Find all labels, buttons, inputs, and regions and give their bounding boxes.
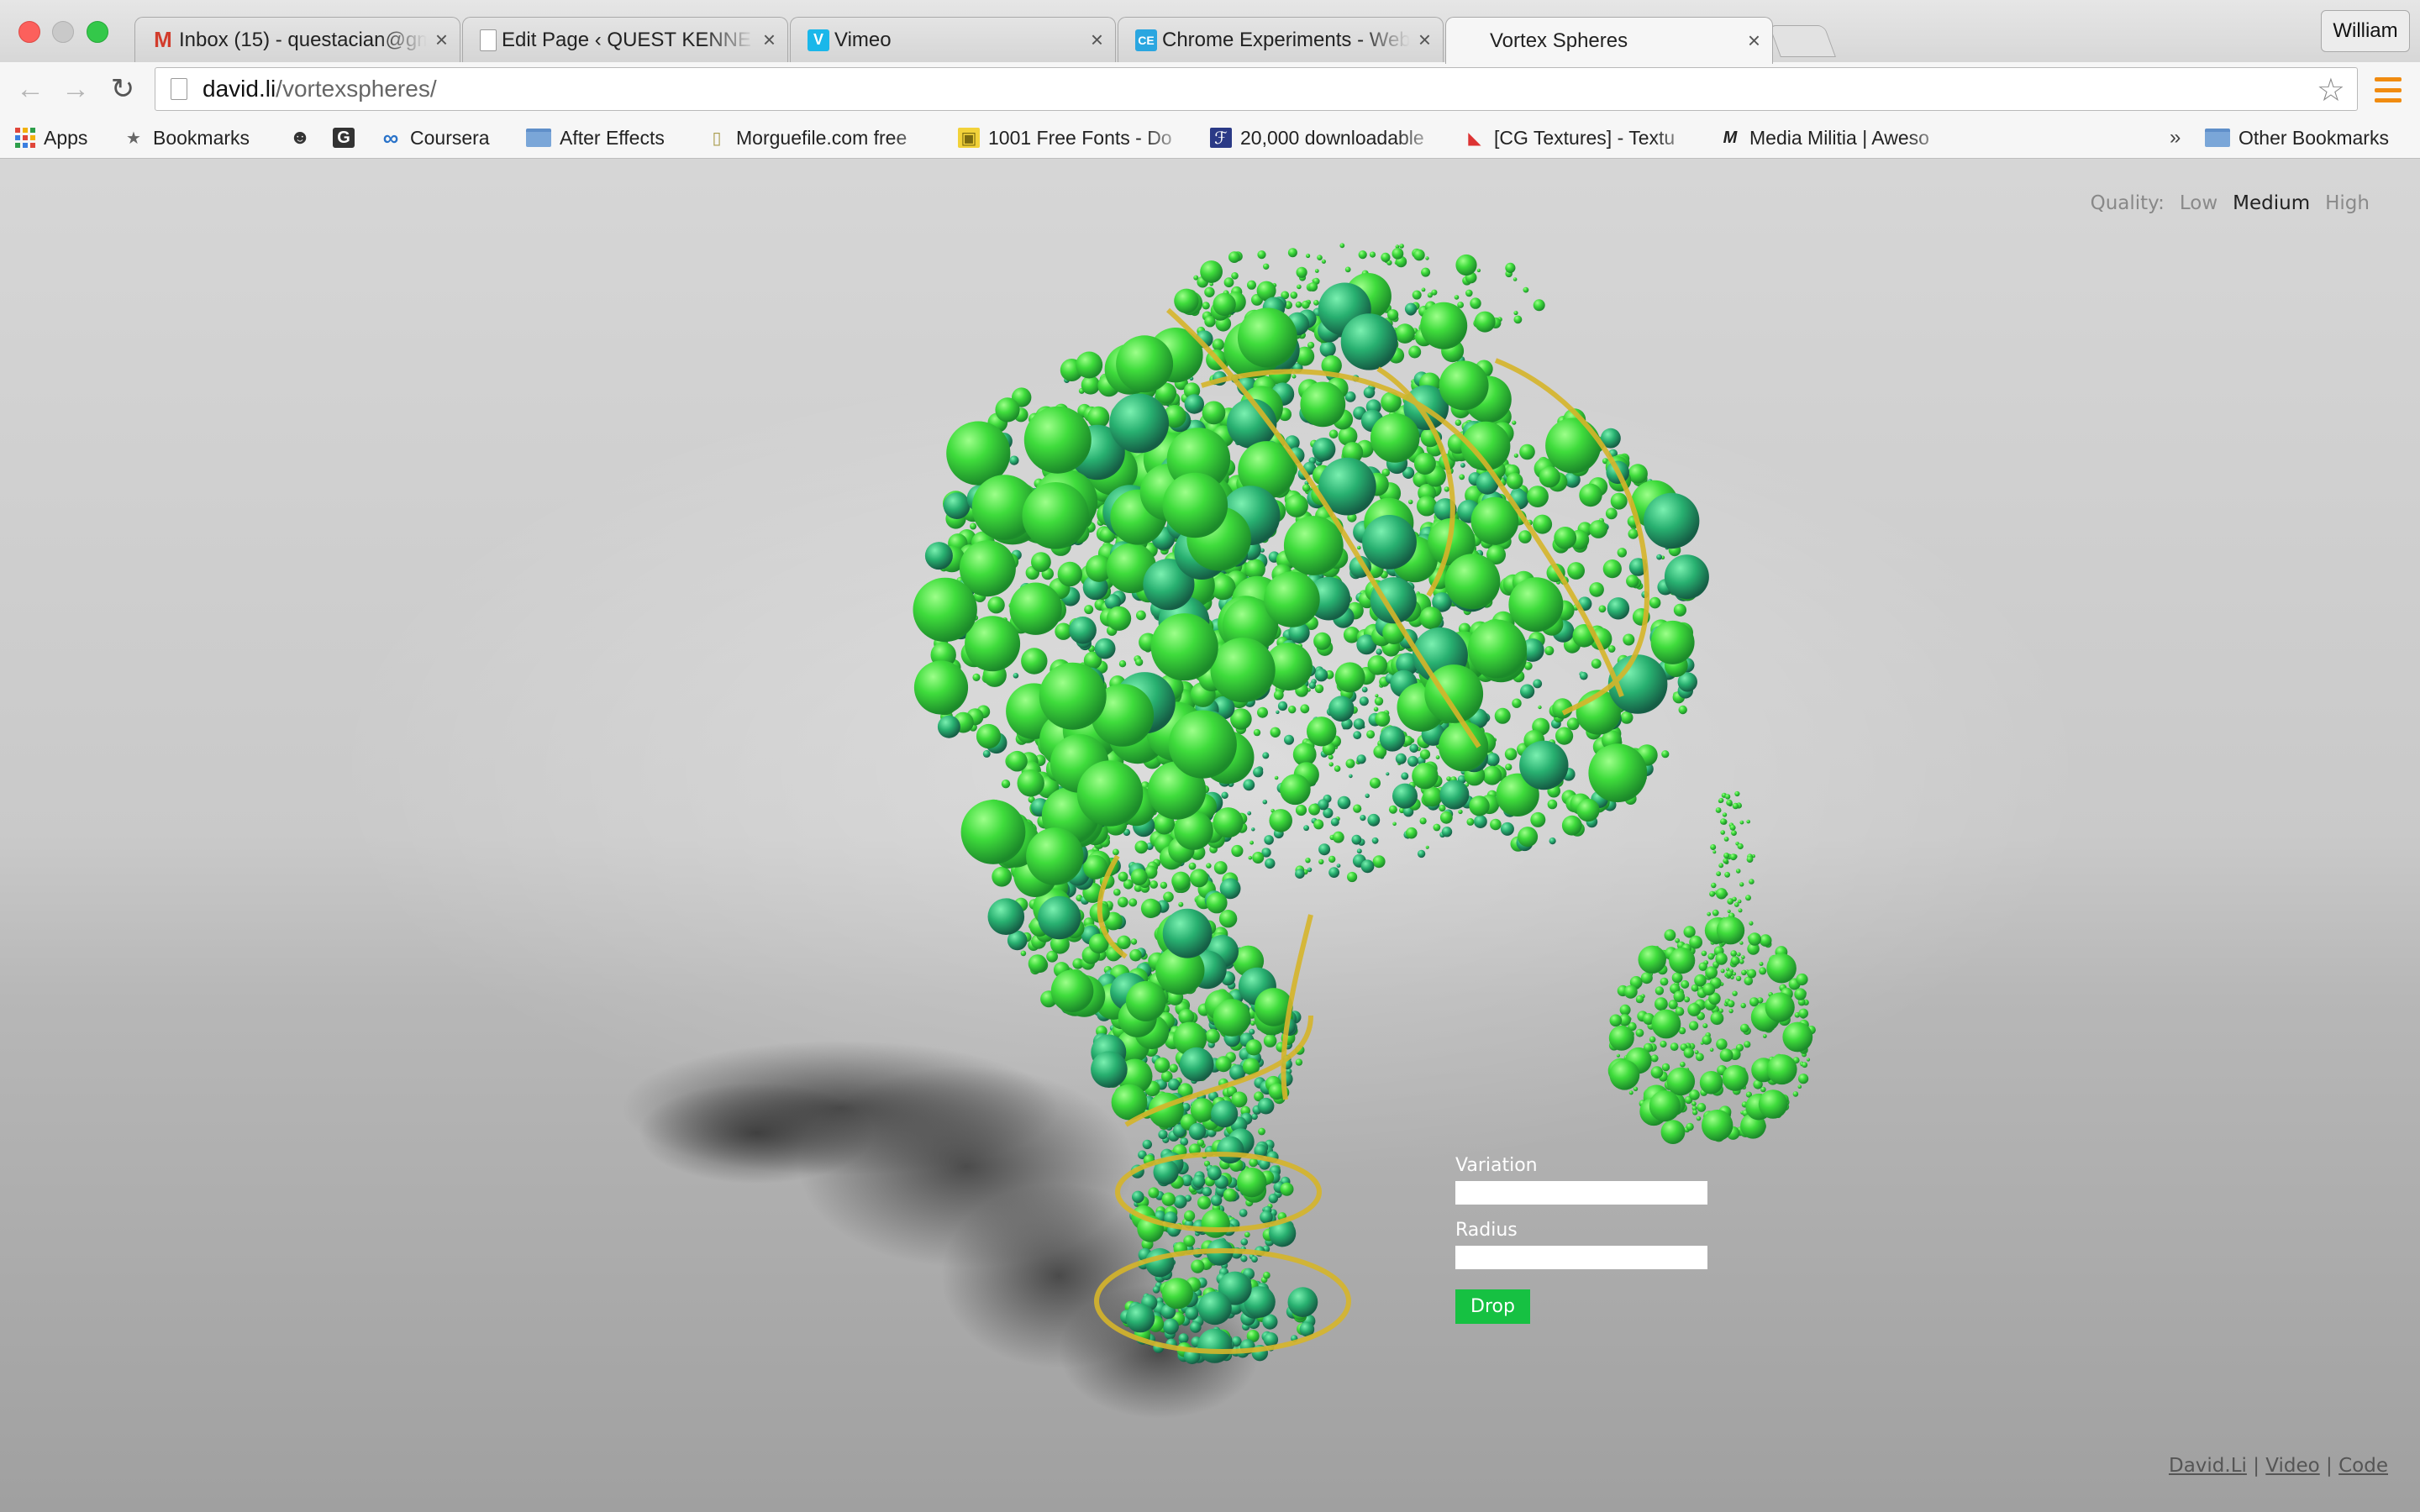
url-host: david.li	[203, 76, 276, 102]
close-icon[interactable]: ×	[1418, 27, 1431, 53]
reload-icon[interactable]: ↻	[104, 71, 141, 108]
bookmark-media-militia[interactable]: M Media Militia | Aweso	[1719, 118, 1953, 158]
tab-gmail[interactable]: M Inbox (15) - questacian@gm ×	[134, 17, 460, 62]
back-arrow-icon[interactable]: ←	[12, 71, 49, 108]
forward-arrow-icon[interactable]: →	[57, 71, 94, 108]
vortex-spheres-canvas[interactable]	[0, 159, 2420, 1512]
separator: |	[2246, 1455, 2266, 1477]
chrome-experiments-icon: CE	[1135, 29, 1157, 51]
window-close-button[interactable]	[18, 21, 40, 43]
bookmark-1001-fonts[interactable]: ▣ 1001 Free Fonts - Do	[958, 118, 1190, 158]
bookmark-label: Bookmarks	[153, 126, 250, 149]
bookmark-20000-fonts[interactable]: ℱ 20,000 downloadable	[1210, 118, 1442, 158]
bookmark-label: 1001 Free Fonts - Do	[988, 126, 1172, 149]
separator: |	[2319, 1455, 2339, 1477]
bookmark-label: Apps	[44, 126, 88, 149]
david-li-link[interactable]: David.Li	[2169, 1455, 2247, 1477]
g-icon: G	[333, 128, 355, 148]
close-icon[interactable]: ×	[435, 27, 448, 53]
window-minimize-button[interactable]	[52, 21, 74, 43]
tab-strip: M Inbox (15) - questacian@gm × Edit Page…	[0, 0, 2420, 64]
gmail-icon: M	[154, 27, 172, 52]
bookmark-cg-textures[interactable]: ◣ [CG Textures] - Textu	[1464, 118, 1701, 158]
coursera-icon: ∞	[382, 124, 399, 150]
bookmark-label: Media Militia | Aweso	[1749, 126, 1929, 149]
bookmark-star-icon[interactable]: ☆	[2317, 71, 2345, 109]
variation-label: Variation	[1455, 1155, 1538, 1176]
bookmarks-bar: Apps ★ Bookmarks ☻ G ∞ Coursera After Ef…	[0, 118, 2420, 159]
bookmark-label: After Effects	[560, 126, 665, 149]
profile-button[interactable]: William	[2321, 10, 2410, 52]
tab-title: Edit Page ‹ QUEST KENNE	[502, 28, 751, 51]
page-icon	[171, 78, 187, 100]
variation-slider[interactable]	[1455, 1181, 1707, 1205]
code-link[interactable]: Code	[2338, 1455, 2388, 1477]
quality-option-medium[interactable]: Medium	[2233, 192, 2310, 214]
bookmark-label: 20,000 downloadable	[1240, 126, 1424, 149]
page-icon	[480, 29, 497, 51]
quality-label: Quality:	[2090, 192, 2165, 214]
new-tab-button[interactable]	[1769, 25, 1836, 57]
bookmark-morguefile[interactable]: ▯ Morguefile.com free	[706, 118, 938, 158]
bookmark-label: Coursera	[410, 126, 490, 149]
reddit-icon: ☻	[289, 126, 311, 149]
bookmark-apps[interactable]: Apps	[15, 118, 87, 158]
radius-label: Radius	[1455, 1220, 1518, 1241]
quality-option-low[interactable]: Low	[2180, 192, 2217, 214]
bookmark-other[interactable]: Other Bookmarks	[2205, 118, 2389, 158]
tab-vortex-spheres[interactable]: Vortex Spheres ×	[1445, 17, 1773, 64]
bookmark-reddit[interactable]: ☻	[289, 118, 319, 158]
address-bar[interactable]: david.li/vortexspheres/ ☆	[155, 67, 2358, 111]
close-icon[interactable]: ×	[1091, 27, 1103, 53]
cgtextures-icon: ◣	[1468, 129, 1481, 148]
quality-selector: Quality: Low Medium High	[2091, 192, 2370, 214]
fonts-icon: ▣	[958, 128, 980, 148]
bookmark-label: [CG Textures] - Textu	[1494, 126, 1676, 149]
drop-button[interactable]: Drop	[1455, 1289, 1530, 1324]
tab-vimeo[interactable]: V Vimeo ×	[790, 17, 1116, 62]
vimeo-icon: V	[808, 29, 829, 51]
bookmark-g[interactable]: G	[333, 118, 363, 158]
mediamilitia-icon: M	[1723, 128, 1738, 147]
tab-title: Inbox (15) - questacian@gm	[179, 28, 427, 51]
radius-slider[interactable]	[1455, 1246, 1707, 1269]
simulation-controls: Variation Radius Drop	[1455, 1155, 1707, 1324]
chrome-menu-icon[interactable]	[2375, 77, 2402, 102]
close-icon[interactable]: ×	[1748, 28, 1760, 54]
url-path: /vortexspheres/	[276, 76, 437, 102]
bookmarks-overflow-button[interactable]: »	[2170, 118, 2181, 158]
quality-option-high[interactable]: High	[2325, 192, 2370, 214]
tab-title: Vortex Spheres	[1490, 29, 1628, 52]
window-maximize-button[interactable]	[87, 21, 108, 43]
star-icon: ★	[126, 129, 141, 148]
font-icon: ℱ	[1210, 128, 1232, 148]
apps-grid-icon	[15, 128, 35, 148]
morguefile-icon: ▯	[712, 129, 722, 148]
folder-icon	[2205, 129, 2230, 147]
tab-title: Vimeo	[834, 28, 892, 51]
bookmark-coursera[interactable]: ∞ Coursera	[380, 118, 490, 158]
tab-chrome-experiments[interactable]: CE Chrome Experiments - Web ×	[1118, 17, 1444, 62]
bookmark-label: Morguefile.com free	[736, 126, 908, 149]
tab-edit-page[interactable]: Edit Page ‹ QUEST KENNE ×	[462, 17, 788, 62]
bookmark-after-effects[interactable]: After Effects	[526, 118, 665, 158]
folder-icon	[526, 129, 551, 147]
bookmark-bookmarks[interactable]: ★ Bookmarks	[123, 118, 250, 158]
close-icon[interactable]: ×	[763, 27, 776, 53]
video-link[interactable]: Video	[2265, 1455, 2319, 1477]
page-content: Quality: Low Medium High Variation Radiu…	[0, 159, 2420, 1512]
browser-toolbar: ← → ↻ david.li/vortexspheres/ ☆	[0, 62, 2420, 118]
bookmark-label: Other Bookmarks	[2238, 126, 2389, 149]
footer-links: David.Li | Video | Code	[2169, 1455, 2388, 1477]
tab-title: Chrome Experiments - Web	[1162, 28, 1410, 51]
